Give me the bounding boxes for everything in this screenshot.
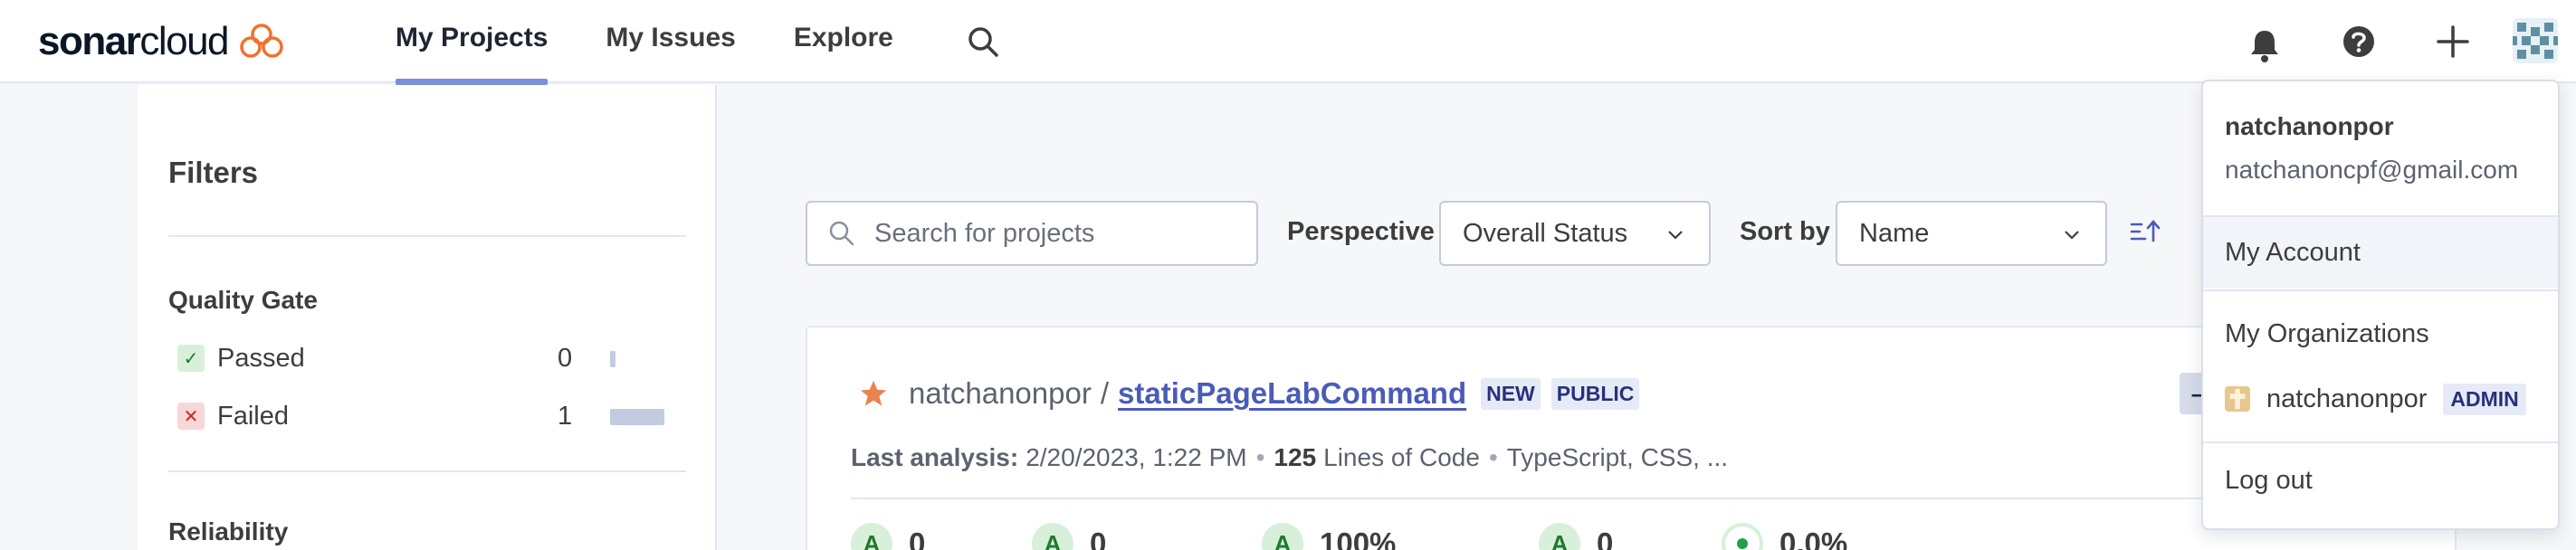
metric-bugs[interactable]: A 0	[851, 523, 925, 550]
logo-text: sonarcloud	[38, 19, 230, 63]
main-nav: My Projects My Issues Explore	[396, 0, 951, 85]
plus-icon[interactable]	[2433, 22, 2473, 62]
perspective-select[interactable]: Overall Status	[1439, 201, 1711, 266]
search-icon	[829, 221, 854, 246]
chevron-down-icon	[1668, 231, 1683, 240]
nav-my-projects[interactable]: My Projects	[396, 0, 549, 85]
sort-value: Name	[1859, 218, 1930, 248]
bell-icon[interactable]	[2245, 22, 2285, 69]
chevron-down-icon	[2065, 231, 2079, 240]
admin-badge: ADMIN	[2443, 383, 2526, 415]
menu-email: natchanoncpf@gmail.com	[2225, 156, 2519, 184]
perspective-value: Overall Status	[1463, 218, 1628, 248]
sonarcloud-logo[interactable]: sonarcloud	[38, 16, 286, 67]
project-name-link[interactable]: staticPageLabCommand	[1118, 376, 1466, 411]
account-dropdown-menu: natchanonpor natchanoncpf@gmail.com My A…	[2201, 80, 2560, 530]
facet-bar	[610, 409, 664, 425]
metric-hotspots-reviewed[interactable]: A 100%	[1262, 523, 1396, 550]
menu-divider	[2203, 441, 2558, 443]
menu-log-out[interactable]: Log out	[2203, 445, 2558, 516]
metric-value: 0	[1597, 526, 1614, 550]
facet-label: Failed	[217, 401, 289, 431]
search-icon[interactable]	[965, 24, 1001, 60]
quality-gate-title: Quality Gate	[168, 286, 318, 314]
menu-username: natchanonpor	[2225, 112, 2394, 140]
menu-my-organizations[interactable]: My Organizations	[2203, 299, 2558, 369]
loc-value: 125	[1274, 443, 1317, 471]
facet-count: 0	[558, 343, 573, 373]
user-avatar[interactable]	[2513, 18, 2558, 63]
metric-vulnerabilities[interactable]: A 0	[1032, 523, 1106, 550]
cloud-logo-icon	[240, 24, 283, 58]
project-search-box[interactable]	[806, 201, 1258, 266]
menu-divider	[2203, 289, 2558, 291]
organization-name: natchanonpor	[2266, 384, 2428, 413]
metric-value: 0	[1090, 526, 1107, 550]
metric-duplications[interactable]: 0.0%	[1722, 523, 1847, 550]
help-icon[interactable]	[2339, 22, 2379, 62]
project-analysis-info: Last analysis: 2/20/2023, 1:22 PM • 125 …	[851, 443, 1728, 472]
facet-failed[interactable]: ✕ Failed 1	[177, 398, 684, 434]
metric-value: 0.0%	[1779, 526, 1848, 550]
reliability-title: Reliability	[168, 517, 289, 545]
cross-icon: ✕	[177, 403, 205, 430]
rating-badge: A	[1539, 523, 1580, 550]
search-input[interactable]	[874, 218, 1236, 249]
dot-separator: •	[1255, 443, 1265, 471]
last-analysis-label: Last analysis:	[851, 443, 1019, 471]
divider	[168, 470, 686, 472]
loc-label: Lines of Code	[1323, 443, 1480, 471]
facet-label: Passed	[217, 343, 305, 373]
filters-title: Filters	[168, 156, 259, 189]
dot-separator: •	[1488, 443, 1498, 471]
menu-my-account[interactable]: My Account	[2203, 217, 2558, 288]
rating-badge: A	[1032, 523, 1073, 550]
last-analysis-value: 2/20/2023, 1:22 PM	[1026, 443, 1247, 471]
divider	[168, 235, 686, 237]
metric-code-smells[interactable]: A 0	[1539, 523, 1613, 550]
new-tag: NEW	[1481, 377, 1541, 410]
nav-explore[interactable]: Explore	[794, 0, 893, 83]
languages: TypeScript, CSS, ...	[1506, 443, 1729, 471]
organization-avatar	[2225, 386, 2250, 412]
public-tag: PUBLIC	[1550, 377, 1640, 410]
facet-bar	[610, 351, 615, 367]
project-organization[interactable]: natchanonpor	[909, 376, 1092, 411]
card-divider	[851, 498, 2422, 499]
sort-select[interactable]: Name	[1836, 201, 2107, 266]
metric-value: 100%	[1320, 526, 1397, 550]
path-separator: /	[1100, 376, 1110, 410]
sort-ascending-icon[interactable]	[2129, 217, 2161, 248]
favorite-star-icon[interactable]	[858, 378, 889, 409]
facet-passed[interactable]: ✓ Passed 0	[177, 340, 684, 376]
perspective-label: Perspective	[1287, 217, 1435, 246]
duplication-ring-icon	[1722, 523, 1763, 550]
check-icon: ✓	[177, 345, 205, 372]
sort-label: Sort by	[1740, 217, 1830, 246]
filters-sidebar: Filters Quality Gate ✓ Passed 0 ✕ Failed…	[138, 85, 717, 550]
menu-organization-item[interactable]: natchanonpor ADMIN	[2203, 364, 2558, 434]
top-navigation-bar: sonarcloud My Projects My Issues Explore	[0, 0, 2576, 85]
rating-badge: A	[851, 523, 892, 550]
facet-count: 1	[558, 401, 573, 431]
metric-value: 0	[909, 526, 926, 550]
project-title-line: natchanonpor / staticPageLabCommand NEW …	[909, 373, 1640, 414]
rating-badge: A	[1262, 523, 1303, 550]
nav-my-issues[interactable]: My Issues	[606, 0, 735, 83]
